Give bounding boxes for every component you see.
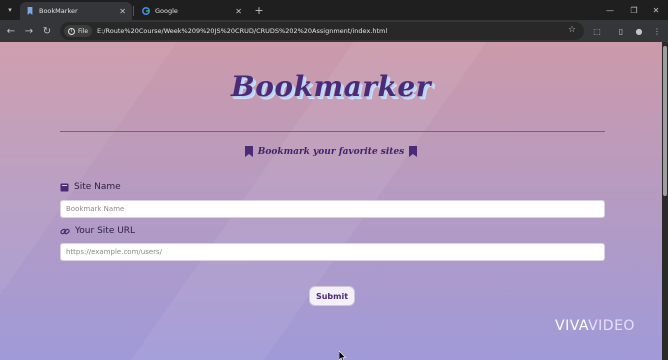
reload-icon[interactable]: ↻	[40, 24, 54, 38]
close-tab-icon[interactable]: ✕	[119, 7, 126, 16]
site-info-chip[interactable]: i File	[64, 25, 93, 37]
tagline-text: Bookmark your favorite sites	[257, 146, 405, 157]
tab-bookmarker[interactable]: BookMarker ✕	[20, 2, 132, 20]
profile-icon[interactable]: ●	[632, 24, 646, 38]
brand-header: Bookmarker	[0, 70, 662, 103]
minimize-icon[interactable]: —	[600, 3, 620, 17]
tab-search-icon[interactable]: ▾	[4, 4, 16, 16]
site-url-label-text: Your Site URL	[75, 226, 136, 236]
bookmark-icon	[409, 146, 418, 157]
tagline: Bookmark your favorite sites	[0, 146, 662, 157]
menu-kebab-icon[interactable]: ⋮	[650, 24, 664, 38]
tab-label: BookMarker	[39, 7, 78, 15]
site-name-input[interactable]	[60, 200, 605, 218]
extensions-icon[interactable]: ⬚	[590, 24, 604, 38]
page-scrollbar[interactable]	[662, 42, 668, 360]
tab-bar: ▾ BookMarker ✕ Google ✕ + — ❐ ✕	[0, 0, 668, 20]
site-url-input[interactable]	[60, 243, 605, 261]
submit-button[interactable]: Submit	[309, 286, 355, 306]
tab-label: Google	[155, 7, 178, 15]
site-url-label: Your Site URL	[60, 226, 135, 236]
bookmark-favicon-icon	[27, 7, 33, 15]
watermark-right: VIDEO	[588, 318, 635, 334]
new-tab-button[interactable]: +	[252, 3, 266, 17]
info-icon: i	[68, 27, 75, 35]
bookmark-star-icon[interactable]: ☆	[568, 25, 576, 35]
brand-title: Bookmarker	[231, 70, 431, 103]
file-label: File	[78, 27, 89, 35]
back-icon[interactable]: ←	[4, 24, 18, 38]
tab-separator	[133, 6, 134, 16]
url-text: E:/Route%20Course/Week%209%20JS%20CRUD/C…	[97, 27, 388, 35]
link-icon	[60, 228, 70, 234]
site-name-label: Site Name	[60, 182, 121, 192]
header-divider	[60, 131, 605, 132]
restore-icon[interactable]: ❐	[624, 3, 644, 17]
book-icon	[60, 183, 69, 191]
vivavideo-watermark: VIVAVIDEO	[555, 318, 635, 334]
close-window-icon[interactable]: ✕	[646, 3, 666, 17]
browser-toolbar: ← → ↻ i File E:/Route%20Course/Week%209%…	[0, 20, 668, 42]
google-favicon-icon	[142, 7, 150, 15]
address-bar[interactable]: i File E:/Route%20Course/Week%209%20JS%2…	[60, 22, 584, 40]
watermark-left: VIVA	[555, 318, 589, 334]
page-viewport: Bookmarker Bookmark your favorite sites …	[0, 42, 662, 360]
tab-google[interactable]: Google ✕	[136, 2, 248, 20]
site-name-label-text: Site Name	[74, 182, 121, 192]
scrollbar-thumb[interactable]	[663, 46, 667, 196]
side-panel-icon[interactable]: ▯	[614, 24, 628, 38]
bookmark-icon	[244, 146, 253, 157]
close-tab-icon[interactable]: ✕	[235, 7, 242, 16]
forward-icon[interactable]: →	[22, 24, 36, 38]
mouse-pointer-icon	[339, 351, 347, 360]
